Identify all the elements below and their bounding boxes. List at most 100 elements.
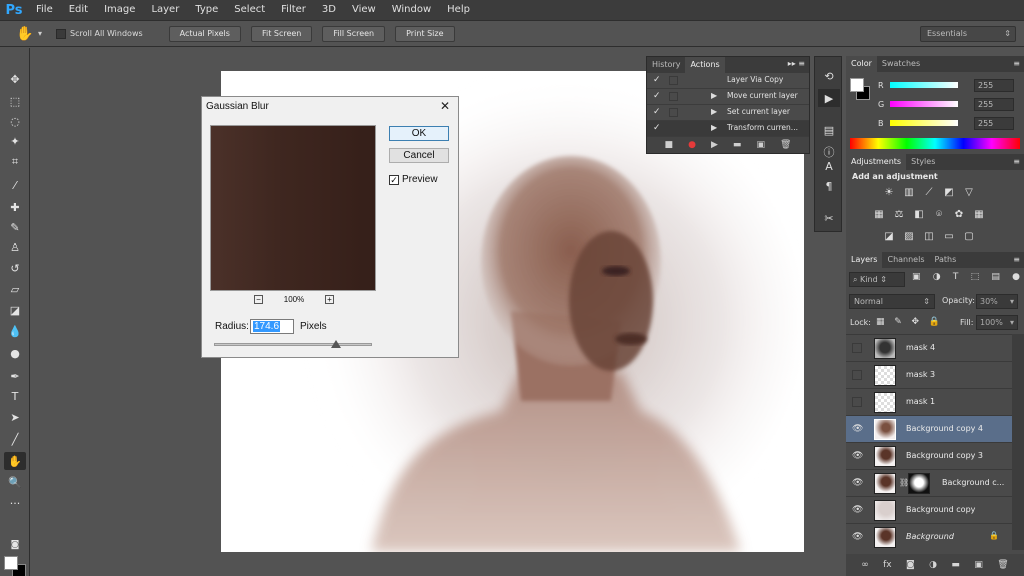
history-brush-tool-icon[interactable]: ↺ <box>4 259 26 277</box>
chevron-down-icon[interactable]: ▾ <box>38 29 42 38</box>
adjustment-filter-icon[interactable]: ◑ <box>933 272 941 282</box>
dodge-tool-icon[interactable]: ● <box>4 344 26 362</box>
dialog-toggle-box[interactable] <box>669 92 678 101</box>
new-action-icon[interactable]: ▣ <box>756 140 765 150</box>
menu-filter[interactable]: Filter <box>273 0 314 20</box>
blue-slider[interactable] <box>890 120 958 126</box>
close-icon[interactable]: ✕ <box>438 99 452 113</box>
lock-position-icon[interactable]: ✥ <box>912 317 920 327</box>
hand-tool-preset-icon[interactable]: ✋ <box>14 23 36 45</box>
marquee-tool-icon[interactable]: ⬚ <box>4 92 26 110</box>
red-slider[interactable] <box>890 82 958 88</box>
foreground-color-swatch[interactable] <box>4 556 18 570</box>
checkbox-box[interactable] <box>56 28 67 39</box>
checkmark-icon[interactable]: ✓ <box>653 91 661 101</box>
play-icon[interactable]: ▶ <box>711 140 718 150</box>
checkmark-icon[interactable]: ✓ <box>653 107 661 117</box>
radius-slider-thumb[interactable] <box>331 340 341 348</box>
menu-view[interactable]: View <box>344 0 384 20</box>
tab-layers[interactable]: Layers <box>846 252 883 268</box>
curves-icon[interactable]: ⟋ <box>922 186 936 199</box>
hue-saturation-icon[interactable]: ▦ <box>872 208 886 221</box>
visibility-toggle[interactable] <box>852 397 862 407</box>
dialog-toggle-box[interactable] <box>669 124 678 133</box>
radius-slider[interactable] <box>214 343 372 346</box>
filter-toggle-icon[interactable]: ● <box>1012 272 1020 282</box>
gradient-map-icon[interactable]: ▭ <box>942 230 956 243</box>
fill-screen-button[interactable]: Fill Screen <box>322 25 386 42</box>
layer-row[interactable]: 👁 Background copy 4 <box>846 415 1012 442</box>
checkmark-icon[interactable]: ✓ <box>653 75 661 85</box>
eyedropper-tool-icon[interactable]: ⁄ <box>4 176 26 194</box>
vibrance-icon[interactable]: ▽ <box>962 186 976 199</box>
tab-actions[interactable]: Actions <box>685 57 725 73</box>
black-white-icon[interactable]: ◧ <box>912 208 926 221</box>
pixel-filter-icon[interactable]: ▣ <box>912 272 921 282</box>
menu-3d[interactable]: 3D <box>314 0 344 20</box>
menu-image[interactable]: Image <box>96 0 143 20</box>
new-group-icon[interactable]: ▬ <box>951 560 960 570</box>
visibility-toggle[interactable] <box>852 343 862 353</box>
lasso-tool-icon[interactable]: ◌ <box>4 112 26 130</box>
workspace-select[interactable]: Essentials ⇕ <box>920 26 1016 42</box>
layer-row[interactable]: 👁 Background copy <box>846 496 1012 523</box>
channel-mixer-icon[interactable]: ✿ <box>952 208 966 221</box>
layer-row[interactable]: 👁 Background copy 3 <box>846 442 1012 469</box>
layer-row[interactable]: 👁 ⛓ Background c... <box>846 469 1012 496</box>
panel-menu-icon[interactable]: ≡ <box>1013 59 1020 68</box>
hand-tool-icon[interactable]: ✋ <box>4 452 26 470</box>
actual-pixels-button[interactable]: Actual Pixels <box>168 25 241 42</box>
layer-row[interactable]: 👁 Background 🔒 <box>846 523 1012 550</box>
ok-button[interactable]: OK <box>389 126 449 141</box>
menu-edit[interactable]: Edit <box>61 0 96 20</box>
blur-tool-icon[interactable]: 💧 <box>4 322 26 340</box>
tool-presets-icon[interactable]: ✂ <box>818 209 840 227</box>
quick-selection-tool-icon[interactable]: ✦ <box>4 132 26 150</box>
checkmark-icon[interactable]: ✓ <box>389 174 399 185</box>
expand-triangle-icon[interactable]: ▶ <box>711 107 717 116</box>
cancel-button[interactable]: Cancel <box>389 148 449 163</box>
opacity-input[interactable]: 30% ▾ <box>976 294 1018 309</box>
menu-window[interactable]: Window <box>384 0 439 20</box>
selective-color-icon[interactable]: ▢ <box>962 230 976 243</box>
fill-input[interactable]: 100% ▾ <box>976 315 1018 330</box>
properties-icon[interactable]: ▤ <box>818 121 840 139</box>
threshold-icon[interactable]: ◫ <box>922 230 936 243</box>
eye-icon[interactable]: 👁 <box>852 424 863 434</box>
healing-brush-tool-icon[interactable]: ✚ <box>4 198 26 216</box>
folder-icon[interactable]: ▬ <box>733 140 742 150</box>
lock-all-icon[interactable]: 🔒 <box>929 317 940 327</box>
eraser-tool-icon[interactable]: ▱ <box>4 280 26 298</box>
print-size-button[interactable]: Print Size <box>395 25 455 42</box>
adjustment-layer-icon[interactable]: ◑ <box>929 560 937 570</box>
line-tool-icon[interactable]: ╱ <box>4 430 26 448</box>
chevron-down-icon[interactable]: ▾ <box>1010 295 1014 308</box>
radius-input[interactable]: 174.6 <box>250 319 294 334</box>
photo-filter-icon[interactable]: ⌾ <box>932 208 946 221</box>
zoom-tool-icon[interactable]: 🔍 <box>4 473 26 491</box>
checkmark-icon[interactable]: ✓ <box>653 123 661 133</box>
type-tool-icon[interactable]: T <box>4 387 26 405</box>
more-tools-icon[interactable]: ··· <box>4 494 26 512</box>
expand-triangle-icon[interactable]: ▶ <box>711 91 717 100</box>
scroll-all-windows-checkbox[interactable]: Scroll All Windows <box>56 28 143 39</box>
color-spectrum-ramp[interactable] <box>850 138 1020 149</box>
panel-menu-icon[interactable]: ≡ <box>1013 255 1020 264</box>
exposure-icon[interactable]: ◩ <box>942 186 956 199</box>
red-value[interactable]: 255 <box>974 78 1014 92</box>
brush-tool-icon[interactable]: ✎ <box>4 218 26 236</box>
zoom-out-icon[interactable]: − <box>254 295 263 304</box>
tab-color[interactable]: Color <box>846 56 877 72</box>
menu-layer[interactable]: Layer <box>143 0 187 20</box>
layers-scrollbar[interactable] <box>1012 334 1024 550</box>
new-layer-icon[interactable]: ▣ <box>974 560 983 570</box>
action-item[interactable]: ✓ ▶ Transform curren... <box>647 121 809 137</box>
blue-value[interactable]: 255 <box>974 116 1014 130</box>
trash-icon[interactable]: 🗑 <box>780 140 791 150</box>
shape-filter-icon[interactable]: ⬚ <box>971 272 980 282</box>
dialog-toggle-box[interactable] <box>669 76 678 85</box>
tab-history[interactable]: History <box>647 57 685 73</box>
path-selection-tool-icon[interactable]: ➤ <box>4 408 26 426</box>
eye-icon[interactable]: 👁 <box>852 532 863 542</box>
color-balance-icon[interactable]: ⚖ <box>892 208 906 221</box>
